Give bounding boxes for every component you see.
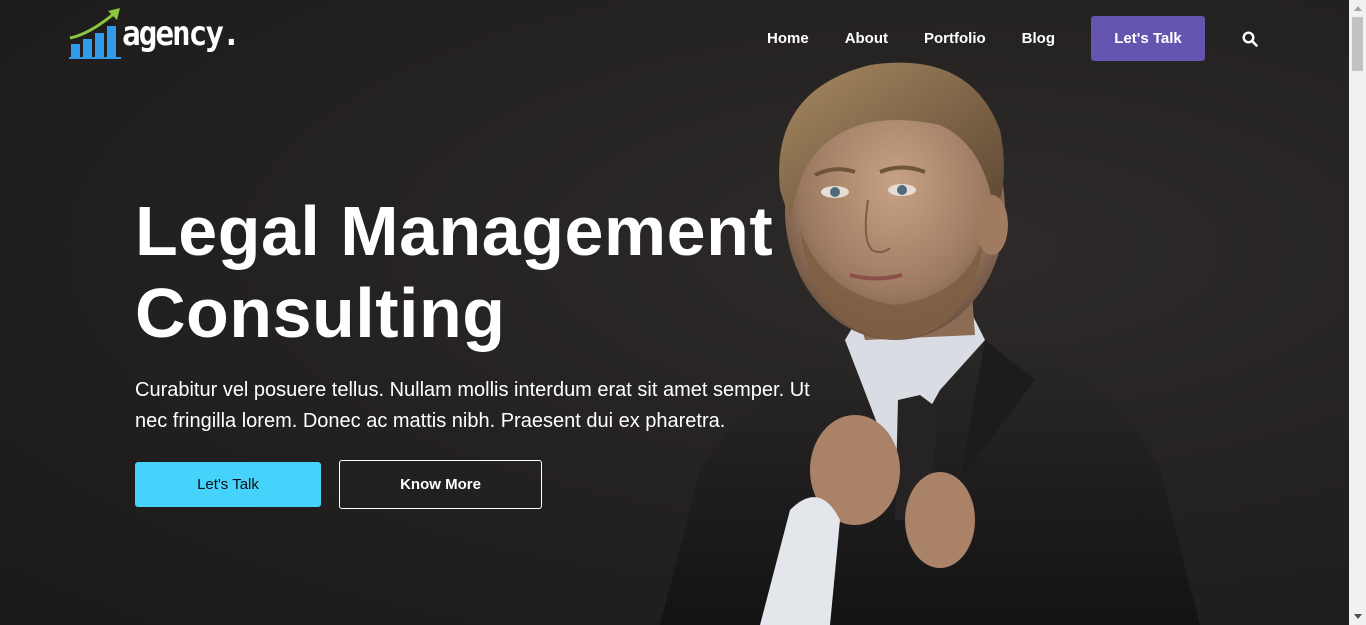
page: agency. Home About Portfolio Blog Let's … [0, 0, 1366, 625]
logo-text: agency. [122, 14, 241, 54]
hero-description: Curabitur vel posuere tellus. Nullam mol… [135, 379, 810, 432]
main-nav: Home About Portfolio Blog Let's Talk [767, 16, 1259, 61]
header-lets-talk-button[interactable]: Let's Talk [1091, 16, 1205, 61]
search-icon[interactable] [1241, 30, 1259, 48]
site-header: agency. Home About Portfolio Blog Let's … [0, 0, 1349, 76]
nav-blog[interactable]: Blog [1022, 30, 1055, 47]
bar-chart-growth-icon [69, 8, 121, 59]
nav-portfolio[interactable]: Portfolio [924, 30, 986, 47]
nav-home[interactable]: Home [767, 30, 809, 47]
scroll-up-arrow-icon[interactable] [1349, 0, 1366, 17]
hero-title-line-2: Consulting [135, 274, 506, 352]
hero-title-line-1: Legal Management [135, 192, 774, 270]
lets-talk-button[interactable]: Let's Talk [135, 462, 321, 507]
hero-title: Legal Management Consulting [135, 190, 773, 354]
brand-logo[interactable]: agency. [68, 6, 241, 60]
know-more-button[interactable]: Know More [339, 460, 542, 509]
scroll-down-arrow-icon[interactable] [1349, 608, 1366, 625]
vertical-scrollbar[interactable] [1349, 0, 1366, 625]
nav-about[interactable]: About [845, 30, 888, 47]
scrollbar-thumb[interactable] [1352, 17, 1363, 71]
